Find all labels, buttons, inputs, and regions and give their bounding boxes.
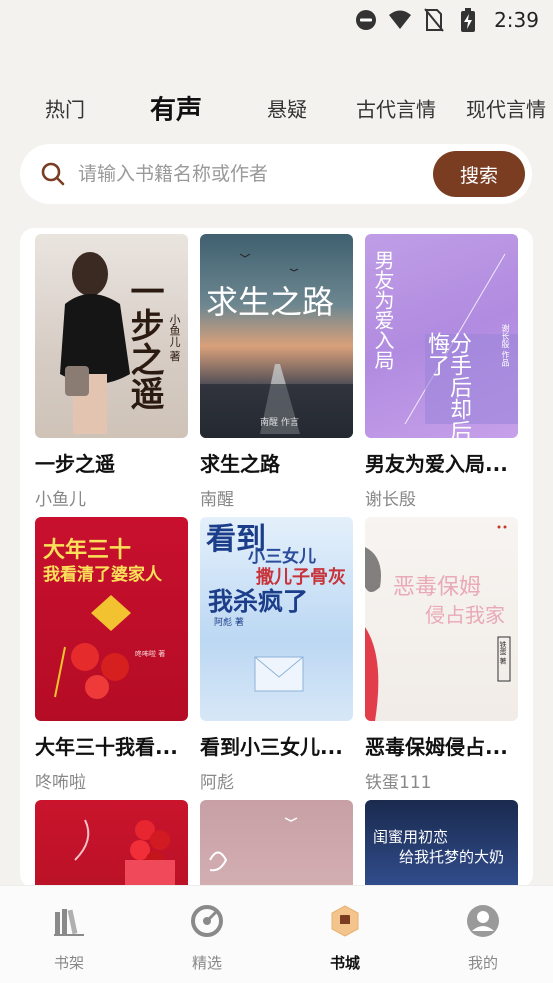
book-cover[interactable]: 闺蜜用初恋 给我托梦的大奶 (365, 800, 518, 888)
book-cover[interactable]: 一步之遥 小鱼儿 著 (35, 234, 188, 438)
book-card[interactable]: 男友为爱入局 分手后却后悔了 谢长殷 作品 男友为爱入局... 谢长殷 (365, 234, 518, 510)
book-cover[interactable]: 大年三十 我看清了婆家人 咚咘啦 著 (35, 517, 188, 721)
no-sim-icon (422, 8, 446, 32)
featured-icon (190, 904, 224, 938)
battery-charging-icon (456, 8, 480, 32)
cover-title: 一步之遥 (124, 274, 164, 410)
cover-subtitle-3: 我杀疯了 (208, 587, 309, 616)
book-card[interactable]: 一步之遥 小鱼儿 著 一步之遥 小鱼儿 (35, 234, 188, 510)
book-card[interactable] (200, 800, 353, 888)
book-cover[interactable] (200, 800, 353, 888)
book-cover[interactable]: 男友为爱入局 分手后却后悔了 谢长殷 作品 (365, 234, 518, 438)
cover-subtitle: 小三女儿 (248, 547, 316, 567)
book-author: 南醒 (200, 490, 234, 510)
book-author: 咚咘啦 (35, 773, 86, 793)
cover-subtitle: 我看清了婆家人 (43, 565, 162, 585)
cover-title: 恶毒保姆 (393, 575, 482, 600)
wifi-icon (388, 8, 412, 32)
tab-hot[interactable]: 热门 (45, 94, 85, 123)
cover-author: 铁蛋 著 (499, 641, 507, 665)
search-icon (40, 161, 66, 187)
cover-subtitle: 给我托梦的大奶 (399, 848, 505, 866)
cover-author: 咚咘啦 著 (135, 650, 166, 658)
bookshelf-icon (52, 904, 86, 938)
book-grid: 一步之遥 小鱼儿 著 一步之遥 小鱼儿 求生之路 南醒 作言 求生之路 南醒 男… (20, 228, 533, 888)
cover-title: 求生之路 (206, 283, 335, 321)
category-tabs: 热门 有声 悬疑 古代言情 现代言情 (0, 84, 553, 132)
cover-author: 谢长殷 作品 (501, 324, 510, 367)
book-card[interactable]: 恶毒保姆 侵占我家 铁蛋 著 恶毒保姆侵占... 铁蛋111 (365, 517, 518, 793)
cover-author: 南醒 作言 (260, 418, 299, 428)
cover-title: 男友为爱入局 (371, 250, 395, 370)
book-title: 一步之遥 (35, 452, 115, 476)
cover-title: 大年三十 (43, 537, 132, 563)
book-title: 男友为爱入局... (365, 452, 508, 476)
book-card[interactable]: 大年三十 我看清了婆家人 咚咘啦 著 大年三十我看... 咚咘啦 (35, 517, 188, 793)
book-title: 看到小三女儿... (200, 735, 343, 759)
cover-title: 闺蜜用初恋 (373, 828, 449, 846)
book-cover[interactable] (35, 800, 188, 888)
book-card[interactable]: 闺蜜用初恋 给我托梦的大奶 (365, 800, 518, 888)
cover-author: 小鱼儿 著 (168, 314, 181, 362)
tab-modern-romance[interactable]: 现代言情 (466, 94, 546, 123)
nav-label: 书架 (53, 954, 84, 972)
tab-audio[interactable]: 有声 (150, 90, 202, 127)
nav-label: 书城 (329, 954, 360, 972)
book-cover[interactable]: 求生之路 南醒 作言 (200, 234, 353, 438)
search-bar: 搜索 (20, 144, 532, 204)
book-author: 谢长殷 (365, 490, 416, 510)
book-card[interactable]: 求生之路 南醒 作言 求生之路 南醒 (200, 234, 353, 510)
book-title: 恶毒保姆侵占... (365, 735, 508, 759)
tab-suspense[interactable]: 悬疑 (267, 94, 307, 123)
status-time: 2:39 (494, 8, 539, 32)
cover-subtitle: 侵占我家 (425, 603, 505, 627)
cover-author: 阿彪 著 (214, 618, 244, 628)
bookstore-icon (328, 904, 362, 938)
book-card[interactable]: 看到 小三女儿 撒儿子骨灰 我杀疯了 阿彪 著 看到小三女儿... 阿彪 (200, 517, 353, 793)
book-card[interactable] (35, 800, 188, 888)
dnd-icon (354, 8, 378, 32)
book-author: 铁蛋111 (365, 773, 432, 793)
book-title: 求生之路 (200, 452, 280, 476)
cover-subtitle: 分手后却后悔了 (424, 332, 471, 438)
cover-subtitle-2: 撒儿子骨灰 (256, 567, 346, 588)
book-author: 小鱼儿 (35, 490, 86, 510)
nav-featured[interactable]: 精选 (138, 886, 276, 983)
nav-label: 我的 (467, 954, 498, 972)
search-input[interactable] (78, 144, 438, 204)
status-bar: 2:39 (0, 0, 553, 40)
book-cover[interactable]: 恶毒保姆 侵占我家 铁蛋 著 (365, 517, 518, 721)
nav-label: 精选 (191, 954, 222, 972)
profile-icon (466, 904, 500, 938)
bottom-navigation: 书架 精选 书城 我的 (0, 885, 553, 983)
book-author: 阿彪 (200, 773, 234, 793)
tab-ancient-romance[interactable]: 古代言情 (356, 94, 436, 123)
book-cover[interactable]: 看到 小三女儿 撒儿子骨灰 我杀疯了 阿彪 著 (200, 517, 353, 721)
nav-bookshelf[interactable]: 书架 (0, 886, 138, 983)
search-button[interactable]: 搜索 (433, 151, 525, 197)
nav-profile[interactable]: 我的 (414, 886, 552, 983)
nav-bookstore[interactable]: 书城 (276, 886, 414, 983)
book-title: 大年三十我看... (35, 735, 178, 759)
